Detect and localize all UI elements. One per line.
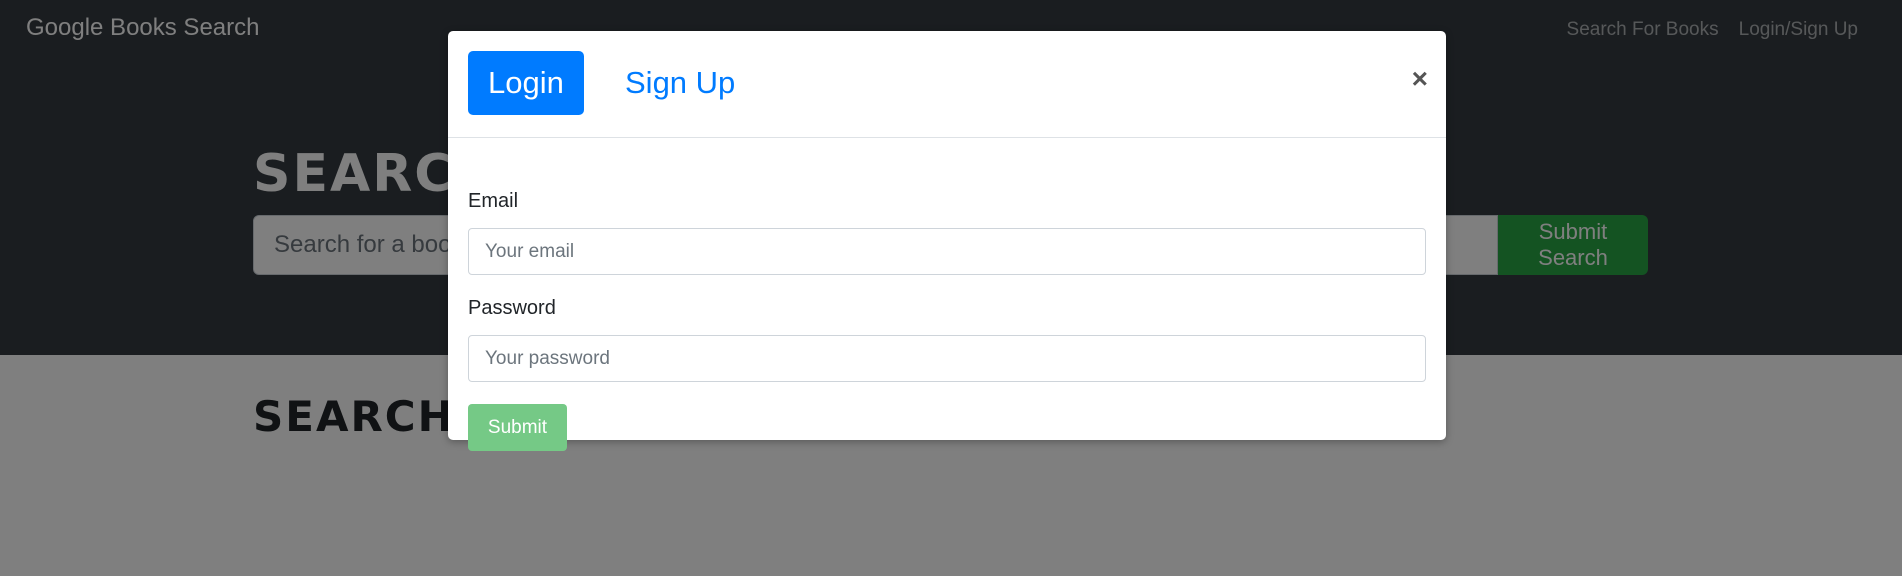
modal-header: Login Sign Up × [448, 31, 1446, 138]
tab-signup[interactable]: Sign Up [605, 51, 755, 115]
password-label: Password [468, 297, 556, 319]
login-modal: Login Sign Up × Email Password Submit [448, 31, 1446, 451]
page: Google Books Search Search For Books Log… [0, 0, 1902, 576]
close-icon[interactable]: × [1412, 65, 1428, 93]
password-field[interactable] [468, 335, 1426, 382]
email-label: Email [468, 190, 519, 212]
tab-login[interactable]: Login [468, 51, 584, 115]
submit-button[interactable]: Submit [468, 404, 567, 451]
email-field[interactable] [468, 228, 1426, 275]
